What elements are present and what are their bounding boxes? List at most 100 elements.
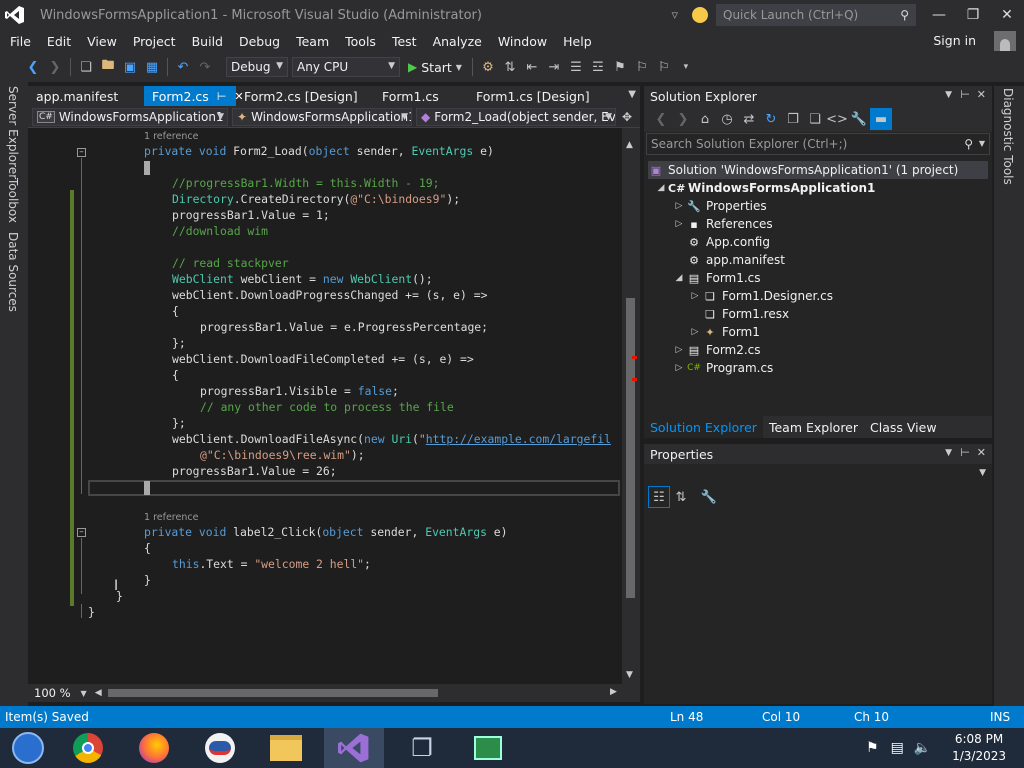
- code-line[interactable]: WebClient webClient = new WebClient();: [172, 272, 433, 288]
- code-editor[interactable]: – – 1 reference private void Form2_Load(…: [28, 128, 640, 684]
- uncomment-lines-icon[interactable]: ☲: [587, 56, 609, 78]
- tab-form1-cs[interactable]: Form1.cs: [374, 86, 468, 106]
- flag-icon[interactable]: ⚑: [866, 740, 879, 756]
- code-line[interactable]: private void Form2_Load(object sender, E…: [144, 144, 494, 160]
- taskbar-clock[interactable]: 6:08 PM 1/3/2023: [952, 731, 1006, 765]
- close-icon[interactable]: ✕: [977, 88, 986, 101]
- type-dropdown[interactable]: ✦WindowsFormsApplication1.Fo▼: [232, 107, 412, 126]
- expanded-arrow-icon[interactable]: ◢: [672, 273, 686, 283]
- code-line[interactable]: //progressBar1.Width = this.Width - 19;: [172, 176, 439, 192]
- step-icon[interactable]: ⇅: [499, 56, 521, 78]
- diagnostic-tools-tab[interactable]: Diagnostic Tools: [1001, 88, 1015, 185]
- file-explorer-taskbar-button[interactable]: [256, 728, 316, 768]
- code-line[interactable]: };: [172, 416, 186, 432]
- prev-bookmark-icon[interactable]: ⚐: [653, 56, 675, 78]
- split-editor-icon[interactable]: ✥: [622, 110, 632, 124]
- code-line[interactable]: private void label2_Click(object sender,…: [144, 525, 508, 541]
- data-sources-tab[interactable]: Data Sources: [6, 232, 20, 312]
- tab-form2-design[interactable]: Form2.cs [Design]: [236, 86, 374, 106]
- code-line[interactable]: }: [88, 605, 95, 621]
- chevron-down-icon[interactable]: ▼: [979, 139, 985, 148]
- menu-file[interactable]: File: [0, 34, 39, 49]
- tab-solution-explorer[interactable]: Solution Explorer: [644, 416, 763, 438]
- tree-node-form2-cs[interactable]: ▷ ▤ Form2.cs: [672, 341, 761, 359]
- pin-icon[interactable]: ⊢: [960, 446, 970, 459]
- tree-node-solution[interactable]: ▣ Solution 'WindowsFormsApplication1' (1 …: [648, 161, 988, 179]
- code-lens-references[interactable]: 1 reference: [144, 131, 198, 142]
- tree-node-program-cs[interactable]: ▷ C# Program.cs: [672, 359, 774, 377]
- home-icon[interactable]: ⌂: [694, 108, 716, 130]
- code-line[interactable]: // read stackpver: [172, 256, 289, 272]
- code-line[interactable]: {: [172, 304, 179, 320]
- code-line[interactable]: @"C:\bindoes9\ree.wim");: [200, 448, 365, 464]
- forward-icon[interactable]: ❯: [672, 108, 694, 130]
- chevron-down-icon[interactable]: ▼: [945, 90, 952, 100]
- comment-lines-icon[interactable]: ☰: [565, 56, 587, 78]
- start-debugging-button[interactable]: ▶ Start ▼: [408, 60, 462, 75]
- feedback-smiley-icon[interactable]: [692, 7, 708, 23]
- menu-test[interactable]: Test: [384, 34, 425, 49]
- quick-launch-input[interactable]: Quick Launch (Ctrl+Q) ⚲: [716, 4, 916, 26]
- editor-vertical-scrollbar[interactable]: ▲ ▼: [622, 128, 640, 684]
- code-line[interactable]: webClient.DownloadFileAsync(new Uri("htt…: [172, 432, 611, 448]
- collapse-icon[interactable]: –: [77, 148, 86, 157]
- scroll-up-icon[interactable]: ▲: [626, 140, 633, 150]
- scroll-right-icon[interactable]: ▶: [610, 687, 617, 697]
- code-line[interactable]: {: [172, 368, 179, 384]
- configuration-select[interactable]: Debug ▼: [226, 57, 288, 77]
- filter-funnel-icon[interactable]: ▿: [671, 8, 678, 23]
- tree-node-form1-cs[interactable]: ◢ ▤ Form1.cs: [672, 269, 761, 287]
- restore-button[interactable]: ❐: [956, 0, 990, 30]
- tree-node-references[interactable]: ▷ ▪ References: [672, 215, 773, 233]
- collapsed-arrow-icon[interactable]: ▷: [672, 201, 686, 211]
- close-icon[interactable]: ✕: [977, 446, 986, 459]
- code-line[interactable]: webClient.DownloadProgressChanged += (s,…: [172, 288, 487, 304]
- code-line[interactable]: //download wim: [172, 224, 268, 240]
- collapsed-arrow-icon[interactable]: ▷: [688, 291, 702, 301]
- close-window-button[interactable]: ✕: [990, 0, 1024, 30]
- alphabetical-icon[interactable]: ⇅: [670, 486, 692, 508]
- toolbar-options-icon[interactable]: ▾: [675, 56, 697, 78]
- collapse-icon[interactable]: –: [77, 528, 86, 537]
- menu-tools[interactable]: Tools: [337, 34, 384, 49]
- pin-icon[interactable]: ⊢: [960, 88, 970, 101]
- bookmark-icon[interactable]: ⚑: [609, 56, 631, 78]
- menu-help[interactable]: Help: [555, 34, 600, 49]
- tab-form2-cs[interactable]: Form2.cs ⊢ ✕: [144, 86, 244, 106]
- code-line[interactable]: }: [144, 573, 151, 589]
- property-pages-icon[interactable]: 🔧: [698, 486, 720, 508]
- undo-icon[interactable]: ↶: [172, 56, 194, 78]
- collapse-all-icon[interactable]: ❐: [782, 108, 804, 130]
- collapsed-arrow-icon[interactable]: ▷: [672, 363, 686, 373]
- categorized-icon[interactable]: ☷: [648, 486, 670, 508]
- save-icon[interactable]: ▣: [119, 56, 141, 78]
- code-line[interactable]: progressBar1.Visible = false;: [200, 384, 399, 400]
- visual-studio-taskbar-button[interactable]: [324, 728, 384, 768]
- menu-build[interactable]: Build: [184, 34, 231, 49]
- solution-explorer-search[interactable]: Search Solution Explorer (Ctrl+;) ⚲ ▼: [646, 133, 990, 155]
- show-all-files-icon[interactable]: ❏: [804, 108, 826, 130]
- code-line[interactable]: webClient.DownloadFileCompleted += (s, e…: [172, 352, 474, 368]
- menu-analyze[interactable]: Analyze: [425, 34, 490, 49]
- member-dropdown[interactable]: ◆ Form2_Load(object sender, Eve ▼: [416, 107, 616, 126]
- platform-select[interactable]: Any CPU ▼: [292, 57, 400, 77]
- avatar[interactable]: [994, 31, 1016, 51]
- align-right-icon[interactable]: ⇥: [543, 56, 565, 78]
- horizontal-scrollbar-thumb[interactable]: [108, 689, 438, 697]
- installer-taskbar-button[interactable]: [458, 728, 518, 768]
- back-icon[interactable]: ❮: [650, 108, 672, 130]
- new-project-icon[interactable]: ❏: [75, 56, 97, 78]
- toolbox-tab[interactable]: Toolbox: [6, 178, 20, 223]
- chevron-down-icon[interactable]: ▼: [945, 448, 952, 458]
- sync-icon[interactable]: ⇄: [738, 108, 760, 130]
- minimize-button[interactable]: —: [922, 0, 956, 30]
- properties-wrench-icon[interactable]: 🔧: [848, 108, 870, 130]
- collapsed-arrow-icon[interactable]: ▷: [672, 345, 686, 355]
- chevron-down-icon[interactable]: ▼: [81, 689, 87, 698]
- preview-icon[interactable]: ▬: [870, 108, 892, 130]
- properties-object-select[interactable]: ▼: [644, 464, 992, 484]
- tree-node-project[interactable]: ◢ C# WindowsFormsApplication1: [654, 179, 876, 197]
- history-icon[interactable]: ◷: [716, 108, 738, 130]
- next-bookmark-icon[interactable]: ⚐: [631, 56, 653, 78]
- tree-node-form1-class[interactable]: ▷ ✦ Form1: [688, 323, 760, 341]
